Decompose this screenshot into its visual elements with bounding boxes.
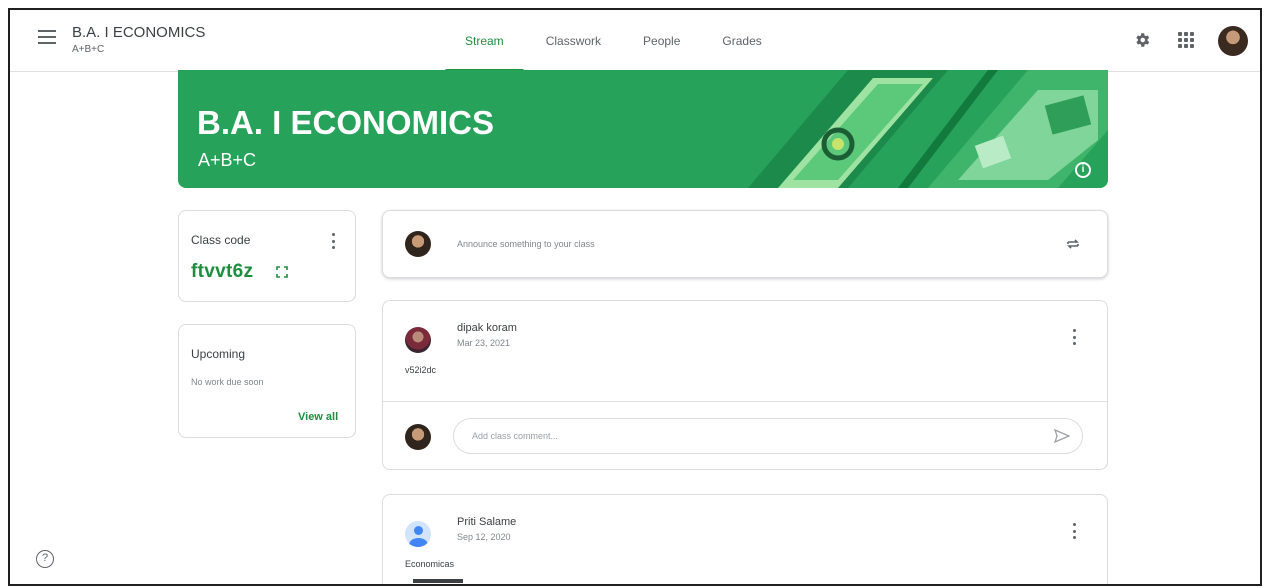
tab-grades[interactable]: Grades [701, 10, 782, 72]
send-icon[interactable] [1054, 429, 1070, 443]
stream-post: Priti Salame Sep 12, 2020 Economicas [382, 494, 1108, 584]
gear-icon[interactable] [1133, 31, 1151, 49]
menu-icon[interactable] [38, 30, 56, 44]
money-illustration [748, 70, 1108, 188]
class-title[interactable]: B.A. I ECONOMICS [72, 24, 205, 41]
stream-post: dipak koram Mar 23, 2021 v52i2dc Add cla… [382, 300, 1108, 470]
account-avatar[interactable] [1218, 26, 1248, 56]
post-author: Priti Salame [457, 516, 517, 528]
top-app-bar: B.A. I ECONOMICS A+B+C Stream Classwork … [10, 10, 1260, 73]
banner-subtitle: A+B+C [198, 150, 257, 170]
tab-classwork[interactable]: Classwork [525, 10, 622, 72]
class-code-label: Class code [191, 233, 251, 247]
banner-title: B.A. I ECONOMICS [197, 104, 495, 141]
tab-bar: Stream Classwork People Grades [444, 10, 783, 73]
author-avatar [405, 327, 431, 353]
announce-box[interactable]: Announce something to your class [382, 210, 1108, 278]
class-code-value: ftvvt6z [191, 261, 254, 282]
upcoming-card: Upcoming No work due soon View all [178, 324, 356, 438]
info-icon[interactable]: i [1075, 162, 1091, 178]
class-banner: B.A. I ECONOMICS A+B+C i [178, 70, 1108, 188]
default-avatar-icon [405, 521, 431, 547]
class-comment-input[interactable]: Add class comment... [453, 418, 1083, 454]
tab-people[interactable]: People [622, 10, 701, 72]
repost-icon[interactable] [1065, 236, 1081, 252]
view-all-link[interactable]: View all [298, 411, 338, 423]
post-date: Sep 12, 2020 [457, 532, 511, 542]
post-body: Economicas [405, 559, 455, 569]
post-body: v52i2dc [405, 365, 437, 375]
upcoming-title: Upcoming [191, 347, 246, 361]
upcoming-empty-text: No work due soon [191, 377, 264, 387]
tab-stream[interactable]: Stream [444, 10, 525, 73]
user-avatar [405, 231, 431, 257]
more-vert-icon[interactable] [1072, 523, 1076, 539]
post-author: dipak koram [457, 322, 517, 334]
more-vert-icon[interactable] [1072, 329, 1076, 345]
apps-icon[interactable] [1178, 32, 1194, 48]
user-avatar [405, 424, 431, 450]
class-code-card: Class code ftvvt6z [178, 210, 356, 302]
more-vert-icon[interactable] [331, 233, 335, 249]
attachment-preview[interactable] [413, 579, 463, 583]
classroom-window: B.A. I ECONOMICS A+B+C Stream Classwork … [8, 8, 1262, 586]
comment-placeholder: Add class comment... [472, 431, 559, 441]
post-date: Mar 23, 2021 [457, 338, 511, 348]
class-subtitle: A+B+C [72, 44, 105, 55]
fullscreen-icon[interactable] [276, 266, 288, 278]
announce-placeholder[interactable]: Announce something to your class [457, 239, 595, 249]
help-icon[interactable]: ? [36, 550, 54, 568]
divider [383, 401, 1107, 402]
